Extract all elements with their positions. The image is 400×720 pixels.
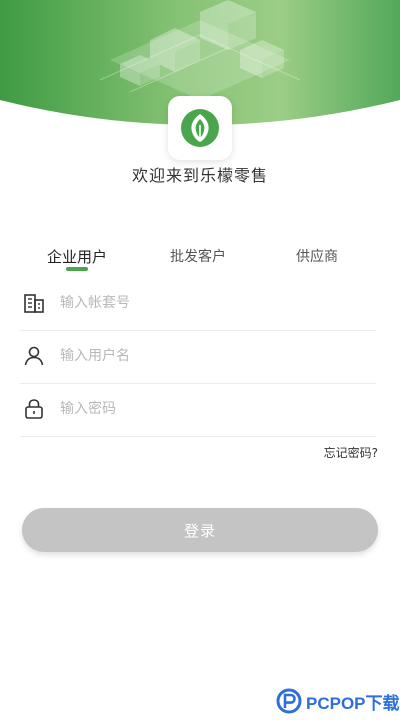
leaf-logo-icon <box>181 109 219 147</box>
app-logo <box>168 96 232 160</box>
login-type-tabs: 企业用户 批发客户 供应商 <box>20 246 380 280</box>
username-input[interactable] <box>60 343 360 369</box>
tab-supplier[interactable]: 供应商 <box>296 246 338 266</box>
lock-icon <box>25 399 43 419</box>
account-input[interactable] <box>60 290 360 316</box>
tab-enterprise-user[interactable]: 企业用户 <box>47 246 107 267</box>
building-icon <box>24 294 44 313</box>
forgot-password-link[interactable]: 忘记密码? <box>324 444 378 461</box>
tab-wholesale-customer[interactable]: 批发客户 <box>170 246 226 266</box>
password-input[interactable] <box>60 396 360 422</box>
watermark-text: PCPOP下载 <box>306 693 400 713</box>
welcome-title: 欢迎来到乐檬零售 <box>131 166 268 185</box>
login-button[interactable]: 登录 <box>22 508 378 552</box>
account-row <box>20 278 376 331</box>
active-tab-indicator <box>66 267 88 271</box>
user-icon <box>24 346 44 366</box>
watermark: PCPOP下载 <box>276 686 400 716</box>
pcpop-logo-icon <box>276 688 302 714</box>
username-row <box>20 331 376 384</box>
password-row <box>20 384 376 437</box>
